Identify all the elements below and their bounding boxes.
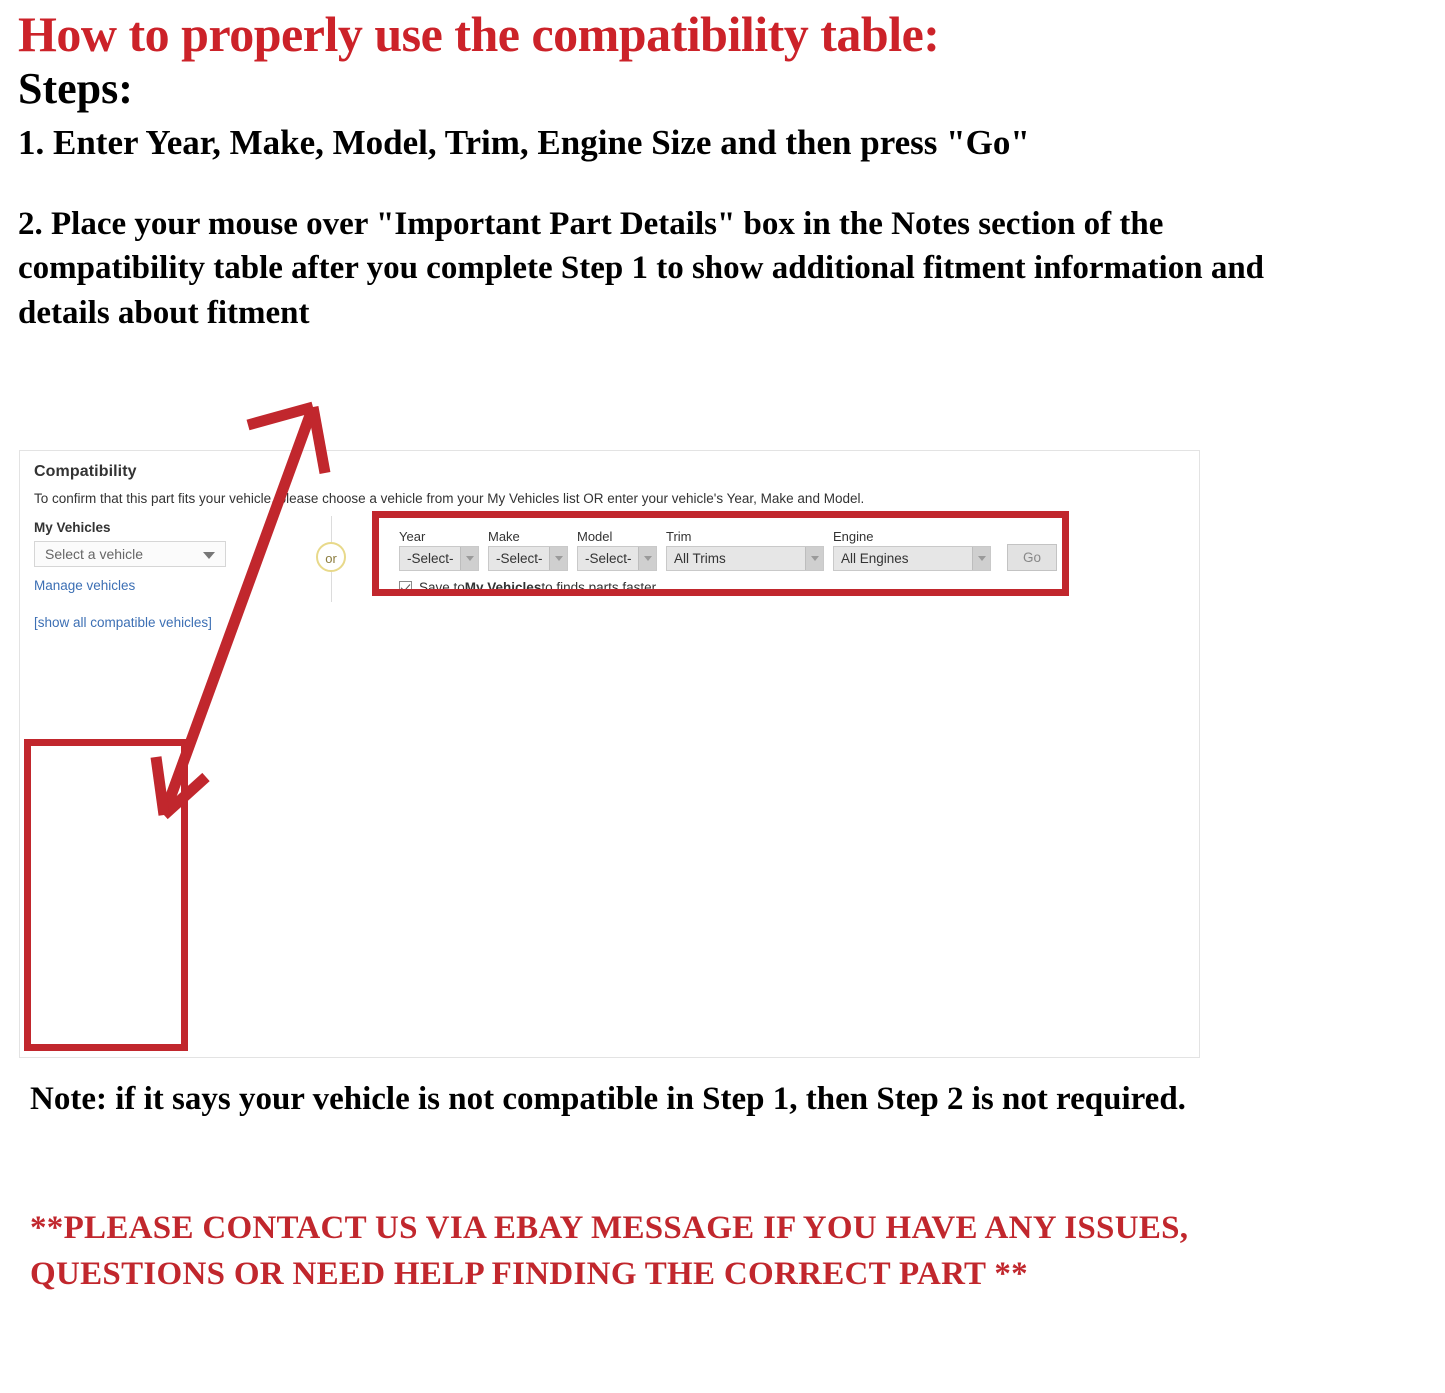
my-vehicles-column: My Vehicles Select a vehicle Manage vehi… bbox=[34, 520, 284, 630]
steps-label: Steps: bbox=[18, 64, 133, 113]
save-suffix-text: to finds parts faster bbox=[541, 580, 657, 595]
manage-vehicles-link[interactable]: Manage vehicles bbox=[34, 578, 284, 593]
vehicle-select-value: Select a vehicle bbox=[45, 546, 144, 562]
chevron-down-icon bbox=[203, 552, 215, 559]
model-select[interactable]: -Select- bbox=[577, 546, 657, 571]
model-select-value: -Select- bbox=[585, 551, 632, 566]
model-field: Model -Select- bbox=[577, 529, 657, 571]
chevron-down-icon bbox=[460, 547, 478, 570]
engine-select[interactable]: All Engines bbox=[833, 546, 991, 571]
chevron-down-icon bbox=[972, 547, 990, 570]
instructions-header: How to properly use the compatibility ta… bbox=[18, 8, 1418, 335]
chevron-down-icon bbox=[638, 547, 656, 570]
step-1-text: 1. Enter Year, Make, Model, Trim, Engine… bbox=[18, 122, 1030, 162]
make-label: Make bbox=[488, 529, 520, 544]
my-vehicles-label: My Vehicles bbox=[34, 520, 111, 535]
vehicle-chooser-row: My Vehicles Select a vehicle Manage vehi… bbox=[34, 516, 1185, 632]
engine-field: Engine All Engines bbox=[833, 529, 991, 571]
year-label: Year bbox=[399, 529, 426, 544]
trim-select[interactable]: All Trims bbox=[666, 546, 824, 571]
compatibility-panel-body: Compatibility To confirm that this part … bbox=[20, 451, 1199, 632]
save-prefix-text: Save to bbox=[419, 580, 465, 595]
year-field: Year -Select- bbox=[399, 529, 479, 571]
footer-note: Note: if it says your vehicle is not com… bbox=[30, 1081, 1186, 1117]
make-select[interactable]: -Select- bbox=[488, 546, 568, 571]
compatibility-subtitle: To confirm that this part fits your vehi… bbox=[34, 491, 865, 506]
year-select-value: -Select- bbox=[407, 551, 454, 566]
ymmte-form: Year -Select- Make -Select- Model -Selec… bbox=[399, 529, 1089, 595]
trim-field: Trim All Trims bbox=[666, 529, 824, 571]
make-field: Make -Select- bbox=[488, 529, 568, 571]
compatibility-heading: Compatibility bbox=[34, 463, 137, 480]
save-bold-text: My Vehicles bbox=[464, 580, 542, 595]
trim-select-value: All Trims bbox=[674, 551, 726, 566]
or-label: or bbox=[316, 542, 346, 572]
show-all-compatible-vehicles-link[interactable]: [show all compatible vehicles] bbox=[34, 615, 284, 630]
go-button[interactable]: Go bbox=[1007, 544, 1057, 571]
save-to-my-vehicles-checkbox[interactable] bbox=[399, 581, 412, 594]
footer-contact-message: **PLEASE CONTACT US VIA EBAY MESSAGE IF … bbox=[30, 1210, 1189, 1293]
or-divider: or bbox=[310, 516, 354, 602]
ymmte-fields-row: Year -Select- Make -Select- Model -Selec… bbox=[399, 529, 1089, 571]
engine-label: Engine bbox=[833, 529, 874, 544]
model-label: Model bbox=[577, 529, 613, 544]
page-title: How to properly use the compatibility ta… bbox=[18, 6, 940, 62]
trim-label: Trim bbox=[666, 529, 692, 544]
save-to-my-vehicles-row[interactable]: Save to My Vehicles to finds parts faste… bbox=[399, 580, 1089, 595]
compatibility-panel: Compatibility To confirm that this part … bbox=[19, 450, 1200, 1058]
chevron-down-icon bbox=[549, 547, 567, 570]
engine-select-value: All Engines bbox=[841, 551, 909, 566]
vehicle-select-dropdown[interactable]: Select a vehicle bbox=[34, 541, 226, 567]
year-select[interactable]: -Select- bbox=[399, 546, 479, 571]
chevron-down-icon bbox=[805, 547, 823, 570]
make-select-value: -Select- bbox=[496, 551, 543, 566]
step-2-text: 2. Place your mouse over "Important Part… bbox=[18, 205, 1265, 331]
